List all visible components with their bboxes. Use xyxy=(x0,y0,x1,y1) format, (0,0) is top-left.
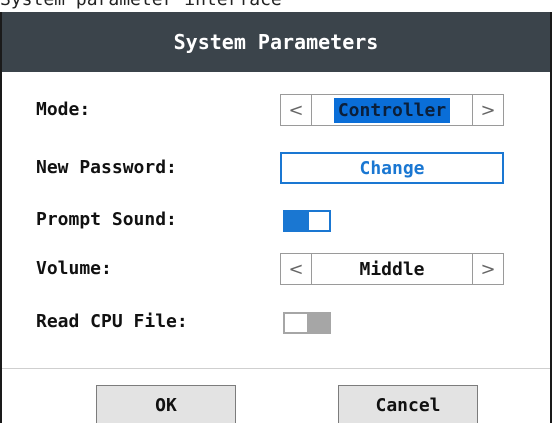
new-password-row: New Password: Change xyxy=(36,152,516,184)
volume-prev-button[interactable]: < xyxy=(281,254,312,284)
volume-label: Volume: xyxy=(36,258,112,279)
prompt-sound-row: Prompt Sound: xyxy=(36,204,516,236)
prompt-sound-toggle[interactable] xyxy=(283,210,331,232)
mode-label: Mode: xyxy=(36,99,91,120)
chevron-left-icon: < xyxy=(288,99,304,121)
parameters-form: Mode: < Controller > New Password: Chang… xyxy=(2,72,550,368)
read-cpu-file-toggle[interactable] xyxy=(283,312,331,334)
mode-next-button[interactable]: > xyxy=(472,95,503,125)
volume-row: Volume: < Middle > xyxy=(36,253,516,285)
read-cpu-file-label: Read CPU File: xyxy=(36,311,188,332)
prompt-sound-label: Prompt Sound: xyxy=(36,209,177,230)
chevron-left-icon: < xyxy=(288,258,304,280)
volume-value-text: Middle xyxy=(359,258,425,280)
volume-next-button[interactable]: > xyxy=(472,254,503,284)
dialog-titlebar: System Parameters xyxy=(2,12,550,72)
ok-button[interactable]: OK xyxy=(96,385,236,423)
dialog-title: System Parameters xyxy=(173,30,379,54)
toggle-fill xyxy=(285,212,309,230)
change-password-button[interactable]: Change xyxy=(280,152,504,184)
caption-fragment: System parameter interface xyxy=(0,0,554,12)
system-parameters-dialog: System Parameters Mode: < Controller > N… xyxy=(0,12,552,423)
cancel-button[interactable]: Cancel xyxy=(338,385,478,423)
new-password-label: New Password: xyxy=(36,157,177,178)
mode-row: Mode: < Controller > xyxy=(36,94,516,126)
toggle-track xyxy=(307,314,329,332)
mode-prev-button[interactable]: < xyxy=(281,95,312,125)
read-cpu-file-row: Read CPU File: xyxy=(36,306,516,338)
screen: System parameter interface System Parame… xyxy=(0,0,554,423)
mode-stepper[interactable]: < Controller > xyxy=(280,94,504,126)
chevron-right-icon: > xyxy=(480,258,496,280)
volume-stepper[interactable]: < Middle > xyxy=(280,253,504,285)
toggle-knob xyxy=(285,314,307,332)
mode-value-text: Controller xyxy=(333,97,451,123)
volume-value[interactable]: Middle xyxy=(312,254,472,284)
mode-value[interactable]: Controller xyxy=(312,95,472,125)
footer-divider xyxy=(2,368,550,369)
chevron-right-icon: > xyxy=(480,99,496,121)
toggle-knob xyxy=(309,212,329,230)
